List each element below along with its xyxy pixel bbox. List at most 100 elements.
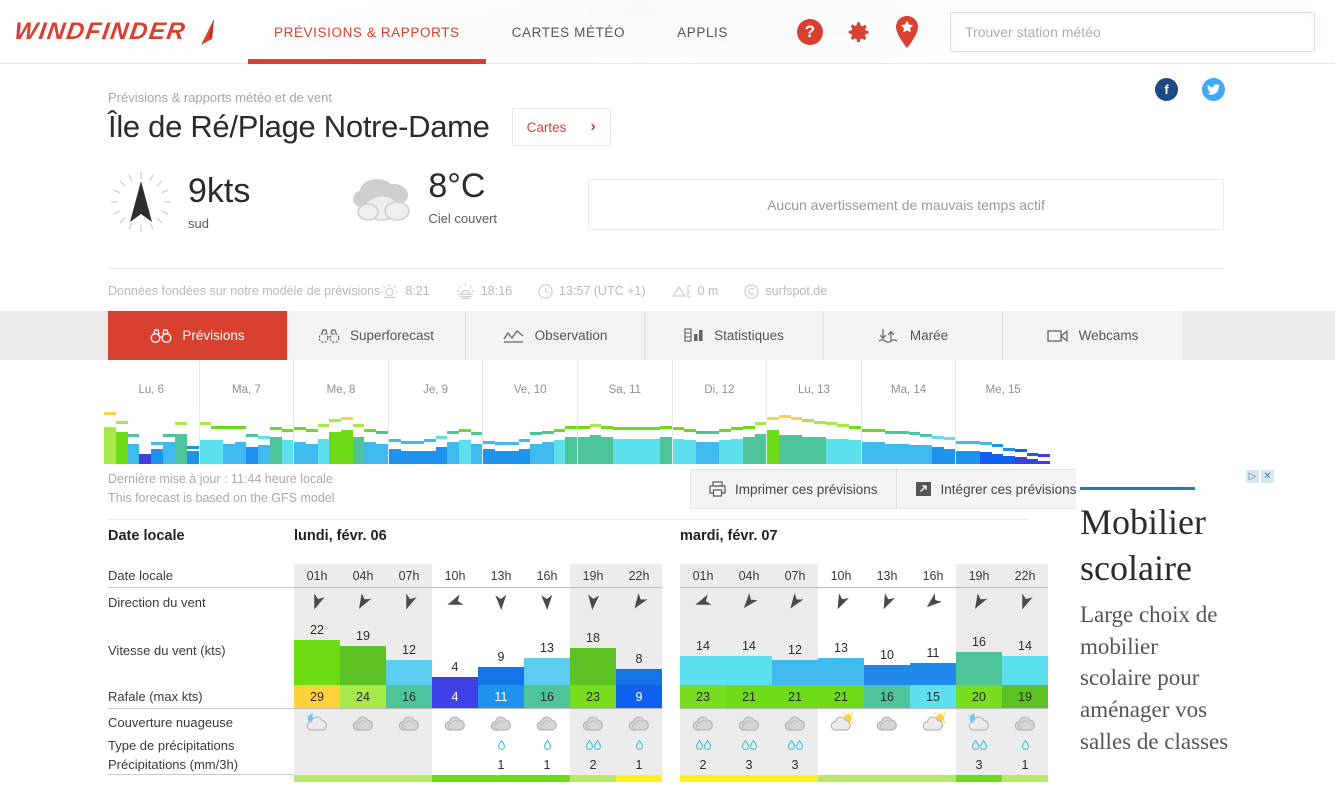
forecast-overview-chart[interactable]: Lu, 6 Ma, 7 Me, 8 Je, 9 Ve, 10 Sa, 11 Di, 12 Lu… bbox=[0, 360, 1335, 464]
nav-link-cartes-meteo[interactable]: CARTES MÉTÉO bbox=[486, 0, 651, 64]
advertisement[interactable]: ▷ ✕ Mobilier scolaire Large choix de mob… bbox=[1076, 465, 1326, 787]
forecast-model-text: Données fondées sur notre modèle de prév… bbox=[108, 284, 381, 298]
forecast-hour-column[interactable]: 01h 14 23 2 bbox=[680, 564, 726, 782]
forecast-wind-speed-bar bbox=[772, 660, 818, 685]
overview-day[interactable]: Lu, 6 bbox=[104, 360, 199, 464]
ad-info-icon[interactable]: ▷ bbox=[1246, 470, 1259, 483]
overview-wind-bar bbox=[636, 438, 649, 464]
forecast-hour-column[interactable]: 22h 14 19 1 bbox=[1002, 564, 1048, 782]
forecast-hour-column[interactable]: 22h 8 9 1 bbox=[616, 564, 662, 782]
overview-wind-bar bbox=[186, 450, 199, 464]
raindrop-icon bbox=[695, 740, 703, 750]
last-update-line1: Dernière mise à jour : 11:44 heure local… bbox=[108, 472, 333, 486]
overview-gust-marker bbox=[802, 418, 814, 422]
overview-day[interactable]: Ma, 7 bbox=[198, 360, 294, 464]
forecast-precip-type-cell bbox=[726, 735, 772, 755]
forecast-hour-column[interactable]: 16h 11 15 bbox=[910, 564, 956, 782]
overview-day[interactable]: Ma, 14 bbox=[860, 360, 956, 464]
forecast-hour-column[interactable]: 07h 12 16 bbox=[386, 564, 432, 782]
forecast-cloud-cell bbox=[386, 709, 432, 735]
overview-day[interactable]: Sa, 11 bbox=[577, 360, 672, 464]
facebook-icon[interactable]: f bbox=[1155, 78, 1178, 101]
tab-label: Observation bbox=[534, 328, 608, 343]
overview-day[interactable]: Me, 15 bbox=[955, 360, 1051, 464]
overview-day[interactable]: Ve, 10 bbox=[482, 360, 578, 464]
search-input[interactable] bbox=[965, 24, 1300, 40]
ad-close-icon[interactable]: ✕ bbox=[1261, 470, 1274, 483]
forecast-hour-column[interactable]: 04h 14 21 3 bbox=[726, 564, 772, 782]
overview-gust-marker bbox=[258, 435, 270, 439]
tab-webcams[interactable]: Webcams bbox=[1003, 311, 1182, 360]
forecast-hour-label: 16h bbox=[524, 564, 570, 588]
overview-gust-marker bbox=[742, 425, 755, 429]
forecast-hour-column[interactable]: 19h 18 23 2 bbox=[570, 564, 616, 782]
gear-icon[interactable] bbox=[845, 19, 872, 46]
title-row: Île de Ré/Plage Notre-Dame Cartes › bbox=[108, 108, 611, 146]
forecast-hour-column[interactable]: 10h 13 21 bbox=[818, 564, 864, 782]
overview-wind-bar bbox=[979, 452, 992, 464]
forecast-hour-column[interactable]: 01h 22 29 bbox=[294, 564, 340, 782]
overview-gust-marker bbox=[174, 422, 187, 426]
overview-gust-marker bbox=[636, 427, 649, 431]
overview-gust-marker bbox=[541, 430, 554, 434]
weather-warning-box: Aucun avertissement de mauvais temps act… bbox=[588, 179, 1224, 230]
cartes-button[interactable]: Cartes › bbox=[511, 108, 611, 146]
forecast-hour-column[interactable]: 13h 9 11 1 bbox=[478, 564, 524, 782]
nav-link-previsions[interactable]: PRÉVISIONS & RAPPORTS bbox=[248, 0, 486, 64]
windfinder-page: WINDFINDER PRÉVISIONS & RAPPORTS CARTES … bbox=[0, 0, 1335, 787]
overview-gust-marker bbox=[920, 434, 933, 437]
overview-wind-bar bbox=[329, 431, 341, 464]
forecast-hour-column[interactable]: 16h 13 16 1 bbox=[524, 564, 570, 782]
tab-statistiques[interactable]: Statistiques bbox=[645, 311, 824, 360]
tab-previsions[interactable]: Prévisions bbox=[108, 311, 287, 360]
forecast-precip-type-cell bbox=[524, 735, 570, 755]
overview-wind-bar bbox=[814, 437, 826, 464]
overview-wind-bar bbox=[991, 453, 1004, 464]
print-forecast-button[interactable]: Imprimer ces prévisions bbox=[691, 470, 897, 508]
overview-gust-marker bbox=[352, 423, 365, 427]
twitter-icon[interactable] bbox=[1202, 78, 1225, 101]
overview-gust-marker bbox=[388, 439, 401, 443]
overview-day[interactable]: Lu, 13 bbox=[766, 360, 861, 464]
favorite-pin-icon[interactable] bbox=[894, 16, 920, 48]
forecast-hour-label: 13h bbox=[864, 564, 910, 588]
windfinder-logo[interactable]: WINDFINDER bbox=[12, 16, 226, 48]
overview-day[interactable]: Di, 12 bbox=[671, 360, 767, 464]
forecast-hour-column[interactable]: 10h 4 4 bbox=[432, 564, 478, 782]
tab-maree[interactable]: Marée bbox=[824, 311, 1003, 360]
overview-gust-marker bbox=[294, 427, 306, 431]
forecast-wind-speed-value: 13 bbox=[540, 641, 554, 655]
forecast-wind-speed-cell: 14 bbox=[680, 616, 726, 685]
overview-gust-marker bbox=[1014, 449, 1027, 453]
overview-gust-marker bbox=[376, 430, 388, 434]
forecast-hour-column[interactable]: 13h 10 16 bbox=[864, 564, 910, 782]
source-info: surfspot.de bbox=[744, 283, 827, 299]
forecast-row-label: Direction du vent bbox=[108, 594, 206, 610]
forecast-hour-column[interactable]: 04h 19 24 bbox=[340, 564, 386, 782]
forecast-hour-column[interactable]: 19h 16 20 3 bbox=[956, 564, 1002, 782]
help-icon[interactable]: ? bbox=[797, 19, 823, 45]
overview-wind-bar bbox=[139, 457, 152, 464]
ad-title[interactable]: Mobilier scolaire bbox=[1080, 499, 1260, 591]
forecast-precip-amount-cell: 1 bbox=[635, 758, 643, 772]
overview-day[interactable]: Je, 9 bbox=[387, 360, 483, 464]
overview-bar-group bbox=[672, 406, 767, 464]
tab-observation[interactable]: Observation bbox=[466, 311, 645, 360]
ad-body: Large choix de mobilier scolaire pour am… bbox=[1080, 602, 1229, 754]
station-info-strip: Données fondées sur notre modèle de prév… bbox=[108, 268, 1224, 299]
forecast-wind-speed-value: 12 bbox=[788, 643, 802, 657]
overview-wind-bar bbox=[742, 437, 755, 464]
embed-forecast-label: Intégrer ces prévisions bbox=[940, 481, 1077, 497]
overview-gust-marker bbox=[127, 434, 140, 437]
embed-forecast-button[interactable]: Intégrer ces prévisions bbox=[897, 470, 1095, 508]
nav-link-applis[interactable]: APPLIS bbox=[651, 0, 754, 64]
search-station-box[interactable] bbox=[950, 12, 1315, 52]
overview-wind-bar bbox=[802, 437, 814, 464]
overview-bar-group bbox=[483, 406, 578, 464]
wind-direction-arrow-icon bbox=[926, 593, 942, 608]
forecast-hour-column[interactable]: 07h 12 21 3 bbox=[772, 564, 818, 782]
overview-day[interactable]: Me, 8 bbox=[293, 360, 388, 464]
forecast-wind-speed-value: 14 bbox=[1018, 639, 1032, 653]
tab-superforecast[interactable]: Superforecast bbox=[287, 311, 466, 360]
forecast-wind-speed-bar bbox=[616, 669, 662, 685]
